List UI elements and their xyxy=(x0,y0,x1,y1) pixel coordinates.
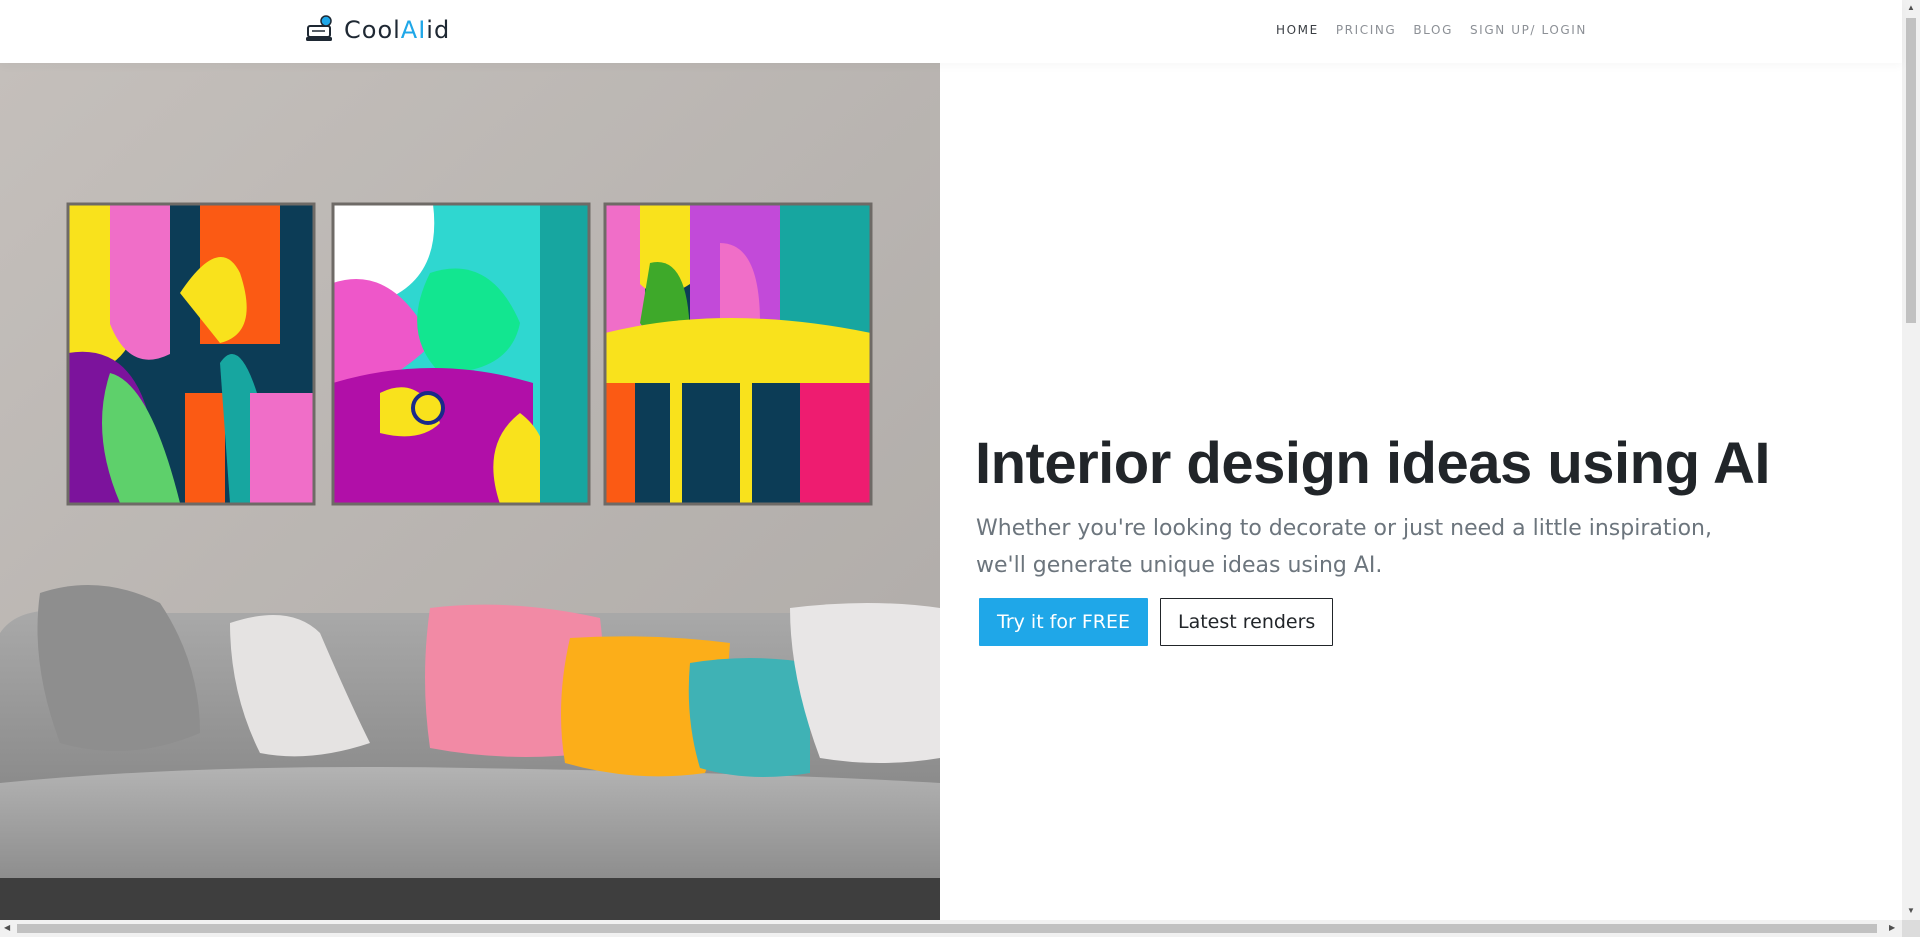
vertical-scroll-thumb[interactable] xyxy=(1906,18,1916,323)
arrow-left-icon[interactable]: ◀ xyxy=(4,923,10,932)
site-header: CoolAIid HOME PRICING BLOG SIGN UP/ LOGI… xyxy=(0,0,1902,63)
latest-renders-button[interactable]: Latest renders xyxy=(1159,598,1334,646)
arrow-down-icon[interactable]: ▼ xyxy=(1907,906,1915,916)
nav-signup-login[interactable]: SIGN UP/ LOGIN xyxy=(1470,23,1587,37)
nav-home[interactable]: HOME xyxy=(1276,23,1319,37)
nav-pricing[interactable]: PRICING xyxy=(1336,23,1397,37)
logo-text-suffix: id xyxy=(426,16,451,44)
vertical-scrollbar[interactable]: ▲ ▼ xyxy=(1902,0,1920,920)
hero-illustration xyxy=(0,63,940,920)
try-free-button[interactable]: Try it for FREE xyxy=(979,598,1148,646)
main-nav: HOME PRICING BLOG SIGN UP/ LOGIN xyxy=(1276,23,1587,37)
art-panel-2 xyxy=(331,202,591,506)
hero-subtitle: Whether you're looking to decorate or ju… xyxy=(976,516,1712,578)
brand-logo[interactable]: CoolAIid xyxy=(306,15,450,45)
horizontal-scroll-thumb[interactable] xyxy=(17,924,1877,933)
hero-title: Interior design ideas using AI xyxy=(975,431,1771,496)
logo-icon xyxy=(306,15,332,41)
logo-text-prefix: Cool xyxy=(344,16,401,44)
horizontal-scrollbar[interactable]: ◀ ▶ xyxy=(0,920,1902,937)
hero-image xyxy=(0,63,940,920)
arrow-right-icon[interactable]: ▶ xyxy=(1889,923,1895,932)
art-panel-1 xyxy=(66,202,316,506)
arrow-up-icon[interactable]: ▲ xyxy=(1907,3,1915,13)
hero-actions: Try it for FREE Latest renders xyxy=(979,598,1334,646)
logo-text-ai: AI xyxy=(400,16,427,44)
sofa xyxy=(0,585,940,920)
scrollbar-corner xyxy=(1902,920,1920,937)
art-panel-3 xyxy=(603,202,873,506)
nav-blog[interactable]: BLOG xyxy=(1413,23,1453,37)
logo-text: CoolAIid xyxy=(344,16,450,44)
